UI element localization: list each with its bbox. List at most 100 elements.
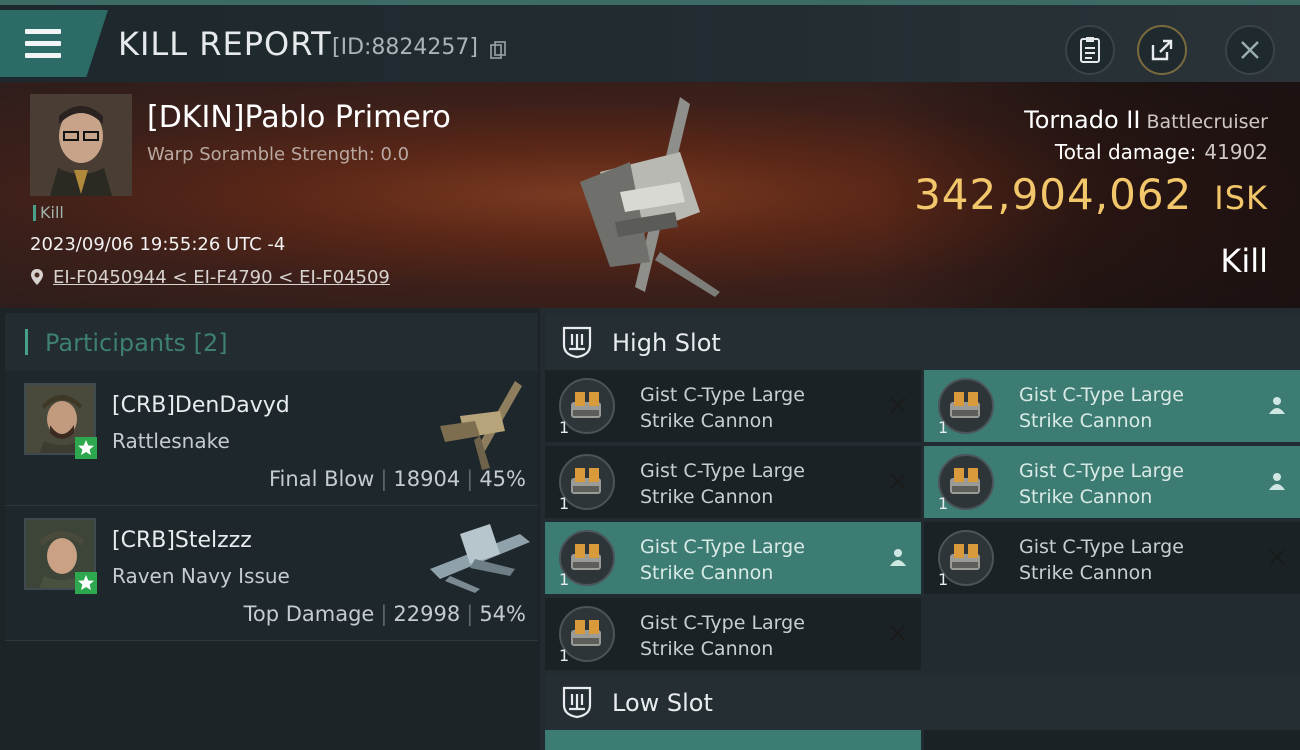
module-quantity: 1 xyxy=(938,418,949,437)
report-id: [ID:8824257] xyxy=(332,35,478,60)
x-icon xyxy=(1269,549,1285,565)
module-item[interactable]: 1 Gist C-Type Large Strike Cannon xyxy=(545,598,921,670)
module-name: Gist C-Type Large Strike Cannon xyxy=(640,458,805,510)
low-slot-header: Low Slot xyxy=(545,673,1300,731)
module-quantity: 1 xyxy=(938,494,949,513)
module-name-line2: Strike Cannon xyxy=(1019,562,1153,584)
module-name-line2: Strike Cannon xyxy=(1019,486,1153,508)
person-icon xyxy=(890,549,906,566)
module-name: Gist C-Type Large Strike Cannon xyxy=(640,382,805,434)
low-slot-module-partial[interactable] xyxy=(545,730,921,750)
module-name-line1: Gist C-Type Large xyxy=(1019,460,1184,482)
total-damage: Total damage: 41902 xyxy=(1055,140,1268,164)
module-quantity: 1 xyxy=(559,494,570,513)
participant-role: Final Blow xyxy=(269,467,375,491)
share-button[interactable] xyxy=(1137,25,1187,75)
isk-unit: ISK xyxy=(1214,179,1268,217)
participants-panel: Participants [2] [CRB]DenDavyd Rattlesna… xyxy=(0,308,540,750)
participant-name[interactable]: [CRB]Stelzzz xyxy=(112,528,252,553)
module-quantity: 1 xyxy=(938,570,949,589)
star-icon xyxy=(75,572,97,594)
x-icon xyxy=(890,397,906,413)
participant-ship-image xyxy=(430,524,530,593)
share-icon xyxy=(1151,39,1173,61)
participant-role: Top Damage xyxy=(243,602,375,626)
stat-separator: | xyxy=(466,602,474,626)
slot-icon xyxy=(562,326,592,359)
ship-name: Tornado II xyxy=(1024,106,1141,134)
victim-ship-image[interactable] xyxy=(560,92,740,302)
module-name: Gist C-Type Large Strike Cannon xyxy=(640,534,805,586)
module-name-line1: Gist C-Type Large xyxy=(640,460,805,482)
participant-ship: Raven Navy Issue xyxy=(112,564,290,588)
module-item[interactable]: 1 Gist C-Type Large Strike Cannon xyxy=(545,522,921,594)
module-item[interactable]: 1 Gist C-Type Large Strike Cannon xyxy=(924,446,1300,518)
page-title: KILL REPORT xyxy=(118,25,332,63)
stat-separator: | xyxy=(466,467,474,491)
location-link[interactable]: EI-F0450944 < EI-F4790 < EI-F04509 xyxy=(53,267,390,288)
slot-icon xyxy=(562,686,592,719)
participant-row[interactable]: [CRB]DenDavyd Rattlesnake Final Blow | 189… xyxy=(5,371,538,506)
participant-damage: 22998 xyxy=(393,602,461,626)
kill-timestamp: 2023/09/06 19:55:26 UTC -4 xyxy=(30,234,286,255)
module-name-line1: Gist C-Type Large xyxy=(1019,536,1184,558)
person-icon xyxy=(1269,397,1285,414)
module-item[interactable]: 1 Gist C-Type Large Strike Cannon xyxy=(545,446,921,518)
module-name-line2: Strike Cannon xyxy=(1019,410,1153,432)
participants-title: Participants [2] xyxy=(45,329,228,357)
copy-icon[interactable] xyxy=(490,41,506,59)
result-label: Kill xyxy=(1220,242,1268,280)
clipboard-button[interactable] xyxy=(1065,25,1115,75)
module-name-line2: Strike Cannon xyxy=(640,486,774,508)
x-icon xyxy=(890,625,906,641)
module-item[interactable]: 1 Gist C-Type Large Strike Cannon xyxy=(545,370,921,442)
victim-avatar xyxy=(30,94,132,196)
clipboard-icon xyxy=(1080,37,1100,63)
module-name: Gist C-Type Large Strike Cannon xyxy=(1019,458,1184,510)
participants-count: [2] xyxy=(193,329,228,357)
total-damage-label: Total damage: xyxy=(1054,140,1197,164)
ship-class: Battlecruiser xyxy=(1146,111,1268,133)
participant-percent: 45% xyxy=(479,467,526,491)
module-name-line1: Gist C-Type Large xyxy=(640,384,805,406)
module-name-line1: Gist C-Type Large xyxy=(1019,384,1184,406)
menu-icon xyxy=(25,29,61,65)
low-slot-module-partial[interactable] xyxy=(924,730,1300,750)
module-item[interactable]: 1 Gist C-Type Large Strike Cannon xyxy=(924,370,1300,442)
module-name-line2: Strike Cannon xyxy=(640,638,774,660)
module-name-line2: Strike Cannon xyxy=(640,410,774,432)
close-icon xyxy=(1241,41,1259,59)
high-slot-label: High Slot xyxy=(612,329,721,357)
participant-name[interactable]: [CRB]DenDavyd xyxy=(112,393,290,418)
top-bar: KILL REPORT [ID:8824257] xyxy=(0,0,1300,82)
close-button[interactable] xyxy=(1225,25,1275,75)
total-damage-value: 41902 xyxy=(1204,140,1268,164)
low-slot-label: Low Slot xyxy=(612,689,713,717)
module-name-line1: Gist C-Type Large xyxy=(640,536,805,558)
participants-header[interactable]: Participants [2] xyxy=(5,313,538,371)
x-icon xyxy=(890,473,906,489)
star-icon xyxy=(75,437,97,459)
victim-summary: [DKIN]Pablo Primero Warp Soramble Streng… xyxy=(0,82,1300,308)
warp-scramble-strength: Warp Soramble Strength: 0.0 xyxy=(147,144,410,165)
stat-separator: | xyxy=(380,602,388,626)
participant-row[interactable]: [CRB]Stelzzz Raven Navy Issue Top Damage… xyxy=(5,506,538,641)
module-name-line2: Strike Cannon xyxy=(640,562,774,584)
module-quantity: 1 xyxy=(559,570,570,589)
participant-percent: 54% xyxy=(479,602,526,626)
module-name: Gist C-Type Large Strike Cannon xyxy=(640,610,805,662)
menu-button[interactable] xyxy=(0,10,108,77)
victim-portrait[interactable] xyxy=(30,94,132,196)
kill-tag: Kill xyxy=(33,205,64,221)
victim-name[interactable]: [DKIN]Pablo Primero xyxy=(147,100,451,135)
isk-amount: 342,904,062 xyxy=(914,170,1193,219)
module-item[interactable]: 1 Gist C-Type Large Strike Cannon xyxy=(924,522,1300,594)
module-name: Gist C-Type Large Strike Cannon xyxy=(1019,382,1184,434)
participant-ship: Rattlesnake xyxy=(112,429,230,453)
module-name: Gist C-Type Large Strike Cannon xyxy=(1019,534,1184,586)
isk-value: 342,904,062 ISK xyxy=(914,170,1268,219)
location-pin-icon xyxy=(31,269,43,285)
participant-ship-image xyxy=(440,381,522,470)
module-quantity: 1 xyxy=(559,646,570,665)
participant-damage: 18904 xyxy=(393,467,461,491)
